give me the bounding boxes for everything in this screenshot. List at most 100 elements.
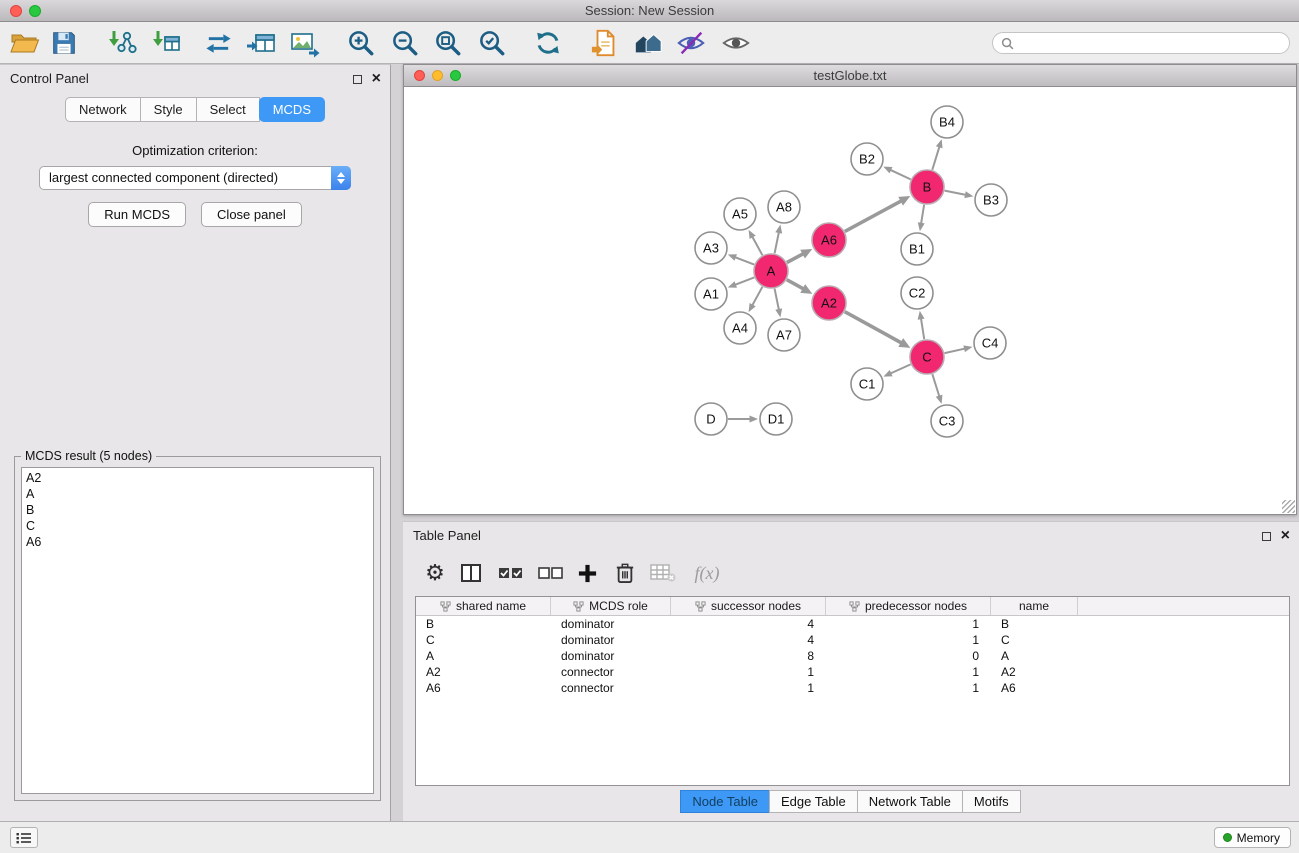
table-row[interactable]: A6connector11A6 [416,680,1289,696]
task-history-button[interactable] [10,827,38,848]
search-box[interactable] [992,32,1290,54]
graph-node-A7[interactable]: A7 [768,319,800,351]
table-cell-mcds_role[interactable]: dominator [551,616,671,632]
close-table-panel-icon[interactable]: × [1281,528,1290,544]
graph-edge-C-C3[interactable] [932,374,939,397]
table-cell-name[interactable]: C [991,632,1078,648]
graph-edge-A-A1[interactable] [734,277,754,285]
table-cell-shared_name[interactable]: B [416,616,551,632]
graph-node-B2[interactable]: B2 [851,143,883,175]
criterion-dropdown[interactable]: largest connected component (directed) [39,166,351,190]
hide-graphics-button[interactable] [674,26,708,60]
mcds-result-list[interactable]: A2ABCA6 [21,467,374,794]
network-view-window[interactable]: testGlobe.txt B4B2BB3A5A8A6A3B1AA1C2A2A4… [403,64,1297,515]
column-header-predecessor-nodes[interactable]: predecessor nodes [826,597,991,615]
save-session-button[interactable] [47,26,81,60]
tab-node-table[interactable]: Node Table [680,790,770,813]
mcds-result-item[interactable]: A2 [22,470,373,486]
column-header-mcds-role[interactable]: MCDS role [551,597,671,615]
table-cell-predecessors[interactable]: 0 [826,648,991,664]
graph-edge-A6-B[interactable] [845,201,902,232]
graph-edge-A-A6[interactable] [787,253,804,262]
graph-node-B[interactable]: B [910,170,944,204]
import-table-disabled-button[interactable] [647,557,679,589]
mcds-result-item[interactable]: A [22,486,373,502]
new-table-button[interactable] [244,26,278,60]
graph-node-B3[interactable]: B3 [975,184,1007,216]
zoom-fit-button[interactable] [431,26,465,60]
export-image-button[interactable] [287,26,321,60]
swap-networks-button[interactable] [201,26,235,60]
resize-grip-icon[interactable] [1282,500,1295,513]
show-all-networks-button[interactable] [631,26,665,60]
graph-node-A8[interactable]: A8 [768,191,800,223]
graph-node-A4[interactable]: A4 [724,312,756,344]
export-network-button[interactable] [588,26,622,60]
graph-node-B4[interactable]: B4 [931,106,963,138]
graph-edge-B-B2[interactable] [890,170,911,180]
table-cell-mcds_role[interactable]: dominator [551,632,671,648]
close-panel-button[interactable]: Close panel [201,202,302,227]
column-header-successor-nodes[interactable]: successor nodes [671,597,826,615]
graph-node-B1[interactable]: B1 [901,233,933,265]
column-header-name[interactable]: name [991,597,1078,615]
network-window-titlebar[interactable]: testGlobe.txt [404,65,1296,87]
table-cell-mcds_role[interactable]: dominator [551,648,671,664]
table-cell-predecessors[interactable]: 1 [826,680,991,696]
import-table-button[interactable] [149,26,183,60]
zoom-window-button[interactable] [29,5,41,17]
graph-edge-C-C4[interactable] [945,348,966,353]
graph-node-A1[interactable]: A1 [695,278,727,310]
graph-edge-C-C1[interactable] [890,364,911,373]
deselect-all-button[interactable] [535,557,567,589]
search-input[interactable] [1019,36,1281,50]
mcds-result-item[interactable]: A6 [22,534,373,550]
table-cell-name[interactable]: A6 [991,680,1078,696]
table-cell-shared_name[interactable]: A2 [416,664,551,680]
tab-select[interactable]: Select [196,97,260,122]
table-cell-predecessors[interactable]: 1 [826,632,991,648]
select-all-button[interactable] [495,557,527,589]
column-header-shared-name[interactable]: shared name [416,597,551,615]
graph-edge-B-B3[interactable] [945,191,967,195]
float-panel-icon[interactable] [353,75,362,84]
graph-edge-A-A7[interactable] [775,289,779,311]
network-canvas[interactable]: B4B2BB3A5A8A6A3B1AA1C2A2A4A7CC4C1C3DD1 [404,87,1296,514]
table-cell-shared_name[interactable]: C [416,632,551,648]
graph-edge-A-A2[interactable] [787,280,804,290]
table-cell-predecessors[interactable]: 1 [826,664,991,680]
function-builder-button[interactable]: f(x) [691,557,723,589]
table-cell-name[interactable]: A [991,648,1078,664]
zoom-out-button[interactable] [388,26,422,60]
network-minimize-button[interactable] [432,70,443,81]
graph-edge-A2-C[interactable] [845,312,902,344]
graph-node-C4[interactable]: C4 [974,327,1006,359]
graph-edge-A-A8[interactable] [775,231,779,253]
table-cell-name[interactable]: A2 [991,664,1078,680]
table-cell-successors[interactable]: 1 [671,680,826,696]
table-cell-successors[interactable]: 4 [671,632,826,648]
network-close-button[interactable] [414,70,425,81]
graph-node-C2[interactable]: C2 [901,277,933,309]
graph-node-C3[interactable]: C3 [931,405,963,437]
graph-edge-C-C2[interactable] [921,318,924,340]
show-columns-button[interactable] [455,557,487,589]
graph-node-A5[interactable]: A5 [724,198,756,230]
refresh-view-button[interactable] [531,26,565,60]
table-cell-name[interactable]: B [991,616,1078,632]
zoom-selected-button[interactable] [475,26,509,60]
graph-edge-A-A5[interactable] [752,236,762,255]
table-settings-button[interactable]: ⚙ [419,557,451,589]
show-graphics-details-button[interactable] [719,26,753,60]
table-row[interactable]: A2connector11A2 [416,664,1289,680]
table-row[interactable]: Cdominator41C [416,632,1289,648]
graph-node-D[interactable]: D [695,403,727,435]
table-cell-successors[interactable]: 8 [671,648,826,664]
graph-node-D1[interactable]: D1 [760,403,792,435]
memory-button[interactable]: Memory [1214,827,1291,848]
graph-node-A3[interactable]: A3 [695,232,727,264]
float-table-panel-icon[interactable] [1262,532,1271,541]
zoom-in-button[interactable] [344,26,378,60]
tab-style[interactable]: Style [140,97,197,122]
import-network-button[interactable] [104,26,138,60]
